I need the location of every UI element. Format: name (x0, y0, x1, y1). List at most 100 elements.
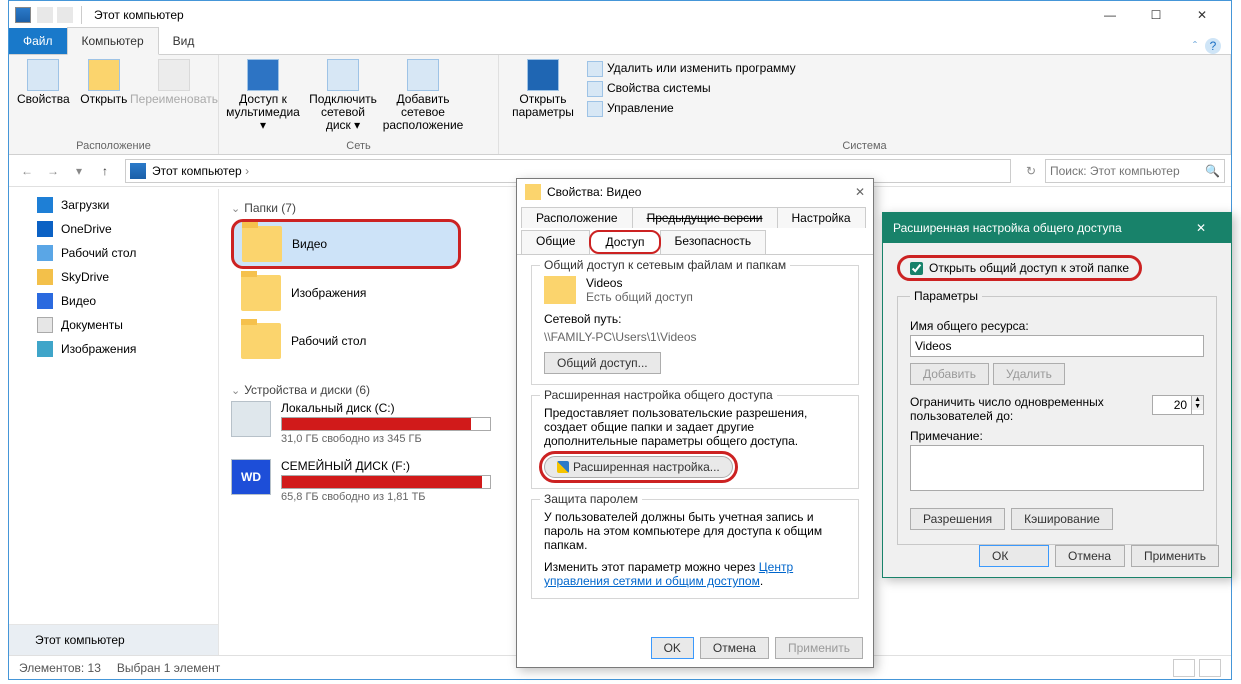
advanced-sharing-button[interactable]: Расширенная настройка... (544, 456, 733, 478)
map-drive-button[interactable]: Подключить сетевой диск ▾ (307, 59, 379, 133)
qat-slot-2[interactable] (57, 7, 73, 23)
shield-icon (557, 461, 569, 473)
ok-button[interactable]: ОК (979, 545, 1049, 567)
drive-icon: WD (231, 459, 271, 495)
folder-images[interactable]: Изображения (231, 269, 461, 317)
open-button[interactable]: Открыть (78, 59, 130, 106)
tab-config[interactable]: Настройка (777, 207, 866, 228)
desktop-icon (37, 245, 53, 261)
nav-downloads[interactable]: Загрузки (9, 193, 218, 217)
apply-button[interactable]: Применить (1131, 545, 1219, 567)
folder-icon (525, 184, 541, 200)
properties-icon (27, 59, 59, 91)
system-props-button[interactable]: Свойства системы (587, 79, 796, 99)
close-icon[interactable]: ✕ (1181, 221, 1221, 235)
limit-label: Ограничить число одновременных пользоват… (910, 395, 1142, 423)
add-button: Добавить (910, 363, 989, 385)
note-label: Примечание: (910, 429, 1204, 443)
remove-button: Удалить (993, 363, 1065, 385)
tab-computer[interactable]: Компьютер (67, 27, 159, 55)
separator (81, 6, 82, 24)
minimize-button[interactable]: — (1087, 1, 1133, 29)
rename-icon (158, 59, 190, 91)
folder-video[interactable]: Видео (231, 219, 461, 269)
limit-input[interactable] (1153, 396, 1191, 414)
maximize-button[interactable]: ☐ (1133, 1, 1179, 29)
nav-desktop[interactable]: Рабочий стол (9, 241, 218, 265)
tab-location[interactable]: Расположение (521, 207, 633, 228)
spin-up-icon[interactable]: ▲ (1192, 396, 1203, 403)
tab-security[interactable]: Безопасность (660, 230, 767, 254)
drive-icon (231, 401, 271, 437)
close-button[interactable]: ✕ (1179, 1, 1225, 29)
refresh-button[interactable]: ↻ (1019, 159, 1043, 183)
folder-desktop[interactable]: Рабочий стол (231, 317, 461, 365)
note-textarea[interactable] (910, 445, 1204, 491)
tab-file[interactable]: Файл (9, 28, 67, 54)
search-icon: 🔍 (1205, 164, 1220, 178)
tab-previous-versions[interactable]: Предыдущие версии (632, 207, 778, 228)
tab-access[interactable]: Доступ (589, 230, 660, 254)
tab-general[interactable]: Общие (521, 230, 590, 254)
nav-onedrive[interactable]: OneDrive (9, 217, 218, 241)
status-selected: Выбран 1 элемент (117, 661, 220, 675)
ok-button[interactable]: OK (651, 637, 694, 659)
add-network-button[interactable]: Добавить сетевое расположение (387, 59, 459, 133)
params-legend: Параметры (910, 289, 982, 303)
search-box[interactable]: 🔍 (1045, 159, 1225, 183)
advanced-sharing-group: Расширенная настройка общего доступа Пре… (531, 395, 859, 489)
permissions-button[interactable]: Разрешения (910, 508, 1005, 530)
window-title: Этот компьютер (94, 8, 184, 22)
sharename-input[interactable] (910, 335, 1204, 357)
sharename-label: Имя общего ресурса: (910, 319, 1204, 333)
folder-icon (241, 275, 281, 311)
nav-skydrive[interactable]: SkyDrive (9, 265, 218, 289)
properties-button[interactable]: Свойства (17, 59, 70, 106)
view-icons-button[interactable] (1199, 659, 1221, 677)
recent-button[interactable]: ▾ (67, 159, 91, 183)
close-icon[interactable]: ✕ (855, 185, 865, 199)
nav-documents[interactable]: Документы (9, 313, 218, 337)
help-icon[interactable]: ? (1205, 38, 1221, 54)
back-button[interactable]: ← (15, 159, 39, 183)
breadcrumb[interactable]: Этот компьютер (152, 164, 249, 178)
properties-tabs: Расположение Предыдущие версии Настройка… (517, 205, 873, 255)
shared-folder-icon (544, 276, 576, 304)
cancel-button[interactable]: Отмена (700, 637, 769, 659)
properties-dialog: Свойства: Видео ✕ Расположение Предыдущи… (516, 178, 874, 668)
caching-button[interactable]: Кэширование (1011, 508, 1113, 530)
manage-icon (587, 101, 603, 117)
view-details-button[interactable] (1173, 659, 1195, 677)
ribbon-collapse-icon[interactable]: ˆ (1193, 39, 1197, 53)
status-item-count: Элементов: 13 (19, 661, 101, 675)
qat-slot-1[interactable] (37, 7, 53, 23)
uninstall-icon (587, 61, 603, 77)
media-access-button[interactable]: Доступ к мультимедиа ▾ (227, 59, 299, 133)
share-checkbox-input[interactable] (910, 262, 923, 275)
video-icon (37, 293, 53, 309)
share-checkbox[interactable]: Открыть общий доступ к этой папке (897, 255, 1142, 281)
capacity-bar (281, 417, 491, 431)
nav-thispc[interactable]: Этот компьютер (9, 624, 218, 655)
nav-images[interactable]: Изображения (9, 337, 218, 361)
drive-f[interactable]: WD СЕМЕЙНЫЙ ДИСК (F:) 65,8 ГБ свободно и… (231, 459, 491, 503)
onedrive-icon (37, 221, 53, 237)
up-button[interactable]: ↑ (93, 159, 117, 183)
forward-button[interactable]: → (41, 159, 65, 183)
tab-view[interactable]: Вид (159, 28, 209, 54)
search-input[interactable] (1050, 164, 1205, 178)
thispc-icon (130, 163, 146, 179)
nav-video[interactable]: Видео (9, 289, 218, 313)
spin-down-icon[interactable]: ▼ (1192, 403, 1203, 410)
limit-spinner[interactable]: ▲▼ (1152, 395, 1204, 415)
cancel-button[interactable]: Отмена (1055, 545, 1125, 567)
drive-c[interactable]: Локальный диск (C:) 31,0 ГБ свободно из … (231, 401, 491, 445)
uninstall-button[interactable]: Удалить или изменить программу (587, 59, 796, 79)
manage-button[interactable]: Управление (587, 99, 796, 119)
dialog-titlebar[interactable]: Свойства: Видео ✕ (517, 179, 873, 205)
dialog-titlebar[interactable]: Расширенная настройка общего доступа ✕ (883, 213, 1231, 243)
password-protect-group: Защита паролем У пользователей должны бы… (531, 499, 859, 599)
open-settings-button[interactable]: Открыть параметры (507, 59, 579, 119)
shared-name: Videos (586, 276, 693, 290)
share-button[interactable]: Общий доступ... (544, 352, 661, 374)
